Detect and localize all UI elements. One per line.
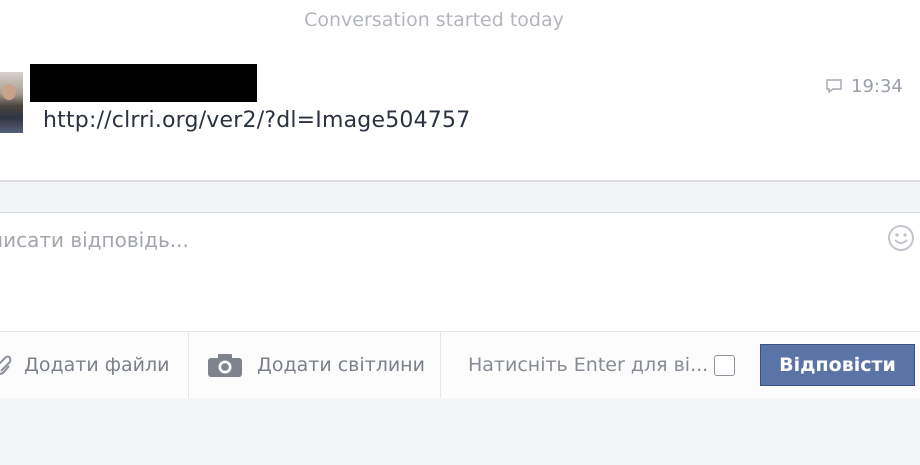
add-photos-label: Додати світлини <box>257 354 425 376</box>
sender-name-redacted <box>30 64 257 102</box>
reply-composer: Додати файли Додати світлини Натисніть E… <box>0 212 920 398</box>
reply-input[interactable] <box>0 213 920 331</box>
paperclip-icon <box>0 355 12 375</box>
message-time: 19:34 <box>851 75 903 97</box>
camera-icon <box>208 354 242 377</box>
add-files-label: Додати файли <box>24 354 170 376</box>
message-timestamp: 19:34 <box>825 75 903 97</box>
sender-avatar[interactable] <box>0 72 23 133</box>
composer-toolbar: Додати файли Додати світлини Натисніть E… <box>0 331 920 398</box>
add-photos-button[interactable]: Додати світлини <box>189 332 441 398</box>
conversation-started-label: Conversation started today <box>304 9 564 31</box>
enter-to-send-checkbox[interactable] <box>714 355 735 376</box>
enter-to-send-label: Натисніть Enter для ві... <box>468 354 709 376</box>
smiley-icon[interactable] <box>886 223 916 253</box>
avatar-face <box>2 84 16 100</box>
messenger-thread: Conversation started today http://clrri.… <box>0 0 920 465</box>
reply-button[interactable]: Відповісти <box>760 344 915 386</box>
thread-footer-band <box>0 182 920 212</box>
message-link[interactable]: http://clrri.org/ver2/?dl=Image504757 <box>43 108 470 133</box>
chat-bubble-icon <box>826 79 842 94</box>
page-bottom-band <box>0 398 920 465</box>
add-files-button[interactable]: Додати файли <box>0 332 189 398</box>
